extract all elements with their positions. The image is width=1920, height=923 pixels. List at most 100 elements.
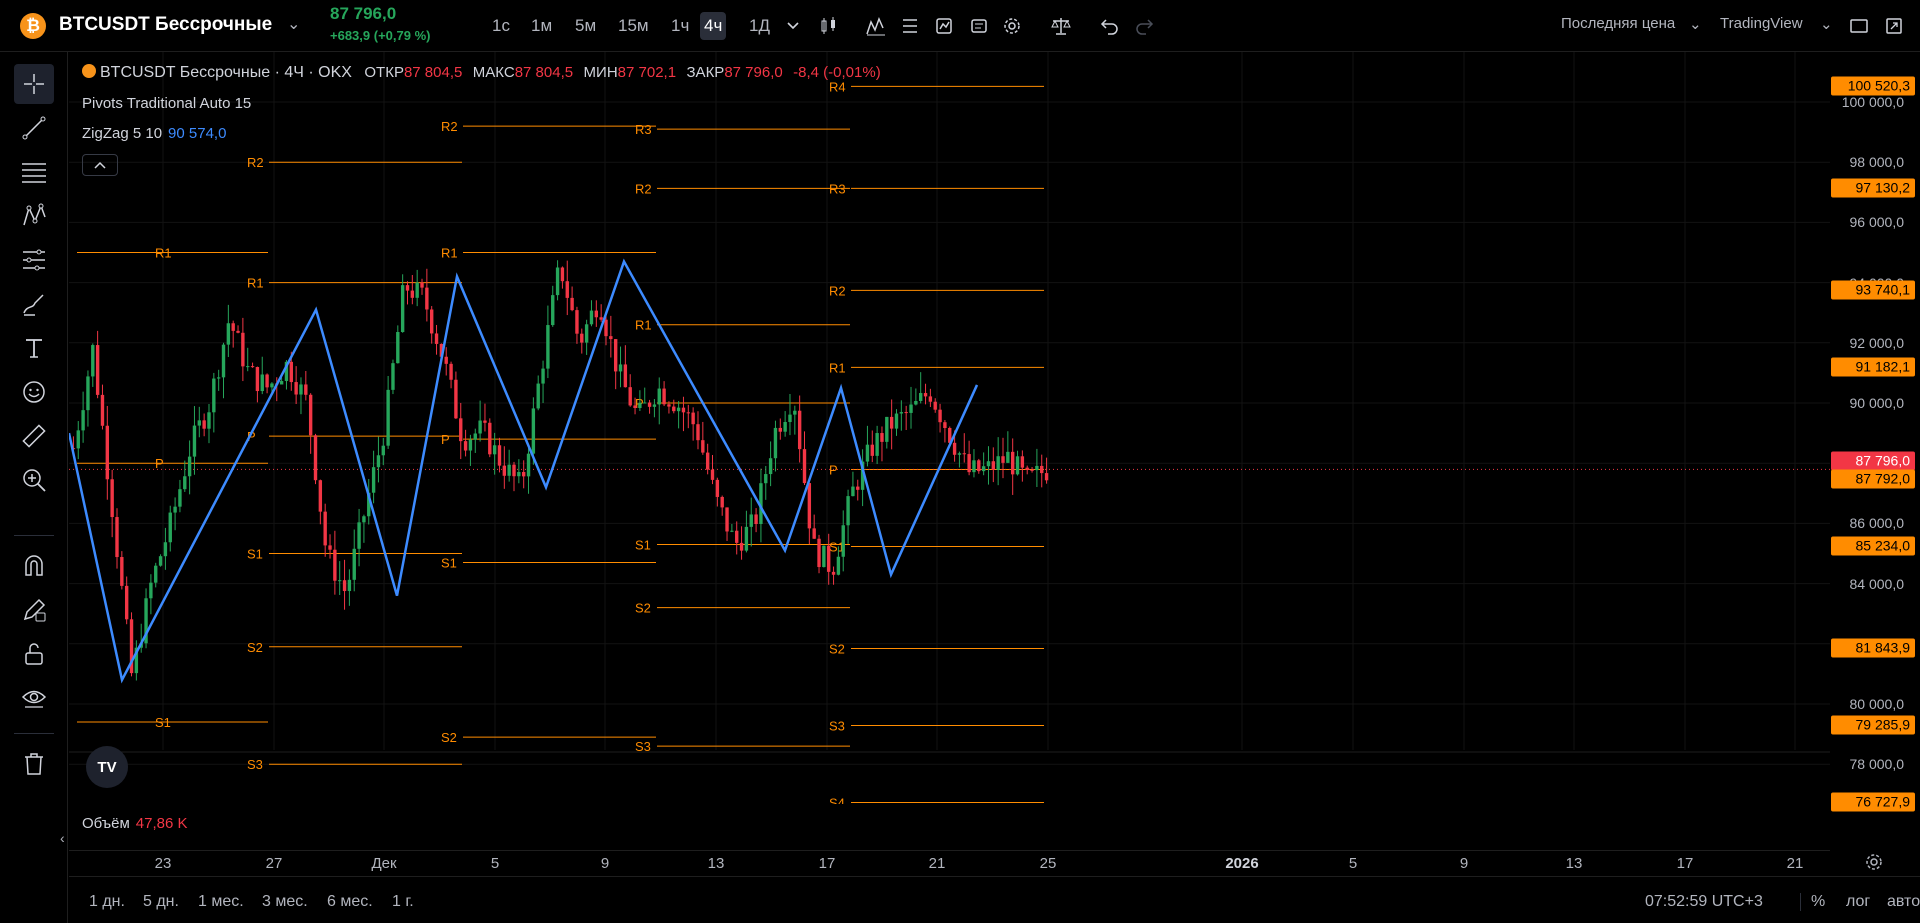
redo-icon[interactable] [1130,12,1158,40]
candle-body [628,387,632,406]
candle-body [294,382,298,395]
candle-body [357,522,361,549]
candle-body [928,396,933,402]
price-type-dropdown[interactable]: Последняя цена [1561,15,1675,32]
candles-chart-type-icon[interactable] [815,12,843,40]
candle-body [202,420,206,429]
candle-body [899,412,904,414]
pattern-tool-icon[interactable] [14,196,54,236]
text-tool-icon[interactable] [14,328,54,368]
candle-body [1030,469,1034,471]
pivot-label-r1: R1 [829,360,846,375]
range-1m[interactable]: 1 мес. [198,893,244,911]
candle-body [817,538,821,568]
price-axis[interactable]: 100 000,098 000,096 000,094 000,092 000,… [1830,52,1920,852]
candle-body [885,416,889,442]
crosshair-icon[interactable] [14,64,54,104]
bitcoin-logo-icon: ₿ [20,13,46,39]
tradingview-logo-icon[interactable]: TV [86,746,128,788]
candle-body [178,489,182,507]
legend-title[interactable]: BTCUSDT Бессрочные · 4Ч · OKX [100,64,352,81]
pivot-label-r1: R1 [247,276,264,291]
time-tick: 5 [1348,855,1358,872]
candle-body [338,580,342,582]
timeframe-1d[interactable]: 1Д [745,12,774,40]
candle-body [812,528,816,539]
auto-scale-toggle[interactable]: авто [1887,893,1920,911]
candle-body [962,453,966,455]
trash-icon[interactable] [14,744,54,784]
magnet-icon[interactable] [14,546,54,586]
forecast-tool-icon[interactable] [14,240,54,280]
chevron-down-icon[interactable]: ⌄ [287,14,300,34]
timeframe-15m[interactable]: 15м [614,12,653,40]
timeframe-chevron-icon[interactable] [779,12,807,40]
unlock-icon[interactable] [14,634,54,674]
percent-scale-toggle[interactable]: % [1800,893,1825,911]
layout-name-dropdown[interactable]: TradingView [1720,15,1803,32]
undo-icon[interactable] [1096,12,1124,40]
brush-icon[interactable] [14,284,54,324]
timeframe-1m[interactable]: 1м [527,12,556,40]
horizontal-lines-icon[interactable] [14,152,54,192]
indicators-icon[interactable] [862,12,890,40]
zoom-in-icon[interactable] [14,460,54,500]
legend-collapse-button[interactable] [82,154,118,176]
candle-body [764,474,768,484]
layout-chevron-icon[interactable]: ⌄ [1820,15,1833,33]
candle-body [943,422,947,429]
candle-body [754,514,758,525]
time-axis[interactable]: 23 27 Дек 5 9 13 17 21 25 2026 5 9 13 17 21 [69,850,1830,876]
compare-scale-icon[interactable] [1047,12,1075,40]
ruler-icon[interactable] [14,416,54,456]
candle-body [488,422,492,455]
range-1y[interactable]: 1 г. [392,893,414,911]
timezone-clock[interactable]: 07:52:59 UTC+3 [1645,893,1763,911]
candle-body [279,381,284,385]
edit-pencil-lock-icon[interactable] [14,590,54,630]
zigzag-indicator-legend[interactable]: ZigZag 5 10 90 574,0 [82,125,226,142]
eye-visibility-icon[interactable] [14,678,54,718]
timeframe-4h[interactable]: 4ч [700,12,727,40]
top-toolbar: ₿ BTCUSDT Бессрочные ⌄ 87 796,0 +683,9 (… [0,0,1920,52]
candle-body [347,579,352,592]
timeframe-5m[interactable]: 5м [571,12,600,40]
replay-icon[interactable] [965,12,993,40]
range-1d[interactable]: 1 дн. [89,893,125,911]
candle-body [609,336,613,340]
emoji-smile-icon[interactable] [14,372,54,412]
timeframe-1h[interactable]: 1ч [667,12,693,40]
range-5d[interactable]: 5 дн. [143,893,179,911]
screenshot-expand-icon[interactable] [1880,12,1908,40]
candle-body [110,479,114,518]
candle-body [531,408,536,454]
candle-body [919,393,923,401]
fullscreen-icon[interactable] [1845,12,1873,40]
timeframe-1s[interactable]: 1с [488,12,514,40]
candle-body [149,582,153,599]
range-6m[interactable]: 6 мес. [327,893,373,911]
pivots-indicator-legend[interactable]: Pivots Traditional Auto 15 [82,95,251,112]
pivot-price-label: 76 727,9 [1831,792,1915,812]
low-value: 87 702,1 [617,64,677,81]
price-type-chevron-icon[interactable]: ⌄ [1689,15,1702,33]
chart-settings-gear-icon[interactable] [1864,852,1884,877]
range-3m[interactable]: 3 мес. [262,893,308,911]
candle-body [163,542,168,557]
price-chart[interactable]: R1PS1R2R1PS1S2S3R2R1PS1S2R3R2R1PS1S2S3R4… [69,52,1830,804]
candle-body [352,548,356,580]
templates-icon[interactable] [896,12,924,40]
volume-legend[interactable]: Объём 47,86 K [82,815,188,832]
chart-pane[interactable]: R1PS1R2R1PS1S2S3R2R1PS1S2R3R2R1PS1S2S3R4… [69,52,1830,804]
trend-line-icon[interactable] [14,108,54,148]
time-tick: 5 [490,855,500,872]
settings-gear-icon[interactable] [998,12,1026,40]
candle-body [81,410,85,431]
collapse-toolbar-chevron-icon[interactable]: ‹ [60,830,65,846]
alert-icon[interactable] [930,12,958,40]
candle-body [672,406,676,412]
candle-body [173,506,177,513]
symbol-search-button[interactable]: BTCUSDT Бессрочные [59,14,272,36]
candle-body [405,285,410,291]
log-scale-toggle[interactable]: лог [1846,893,1870,911]
